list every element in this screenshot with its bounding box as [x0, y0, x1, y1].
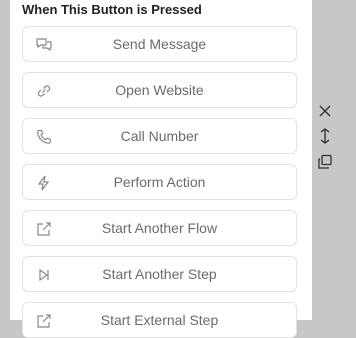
call-number-option[interactable]: Call Number — [22, 118, 297, 154]
open-website-option[interactable]: Open Website — [22, 72, 297, 108]
option-label: Call Number — [120, 128, 199, 144]
option-label: Start Another Step — [102, 266, 217, 282]
side-controls — [312, 0, 356, 320]
panel-title: When This Button is Pressed — [22, 2, 202, 17]
option-label: Start Another Flow — [101, 220, 218, 236]
duplicate-icon[interactable] — [317, 154, 333, 170]
option-label: Send Message — [112, 36, 207, 52]
option-label: Start External Step — [100, 312, 219, 328]
option-label: Open Website — [115, 82, 204, 98]
perform-action-option[interactable]: Perform Action — [22, 164, 297, 200]
send-message-option[interactable]: Send Message — [22, 26, 297, 62]
action-panel: When This Button is Pressed Send Message… — [10, 0, 312, 338]
start-external-step-option[interactable]: Start External Step — [22, 302, 297, 338]
move-vertical-icon[interactable] — [317, 128, 333, 144]
start-another-flow-option[interactable]: Start Another Flow — [22, 210, 297, 246]
close-icon[interactable] — [317, 103, 333, 119]
start-another-step-option[interactable]: Start Another Step — [22, 256, 297, 292]
option-label: Perform Action — [113, 174, 206, 190]
